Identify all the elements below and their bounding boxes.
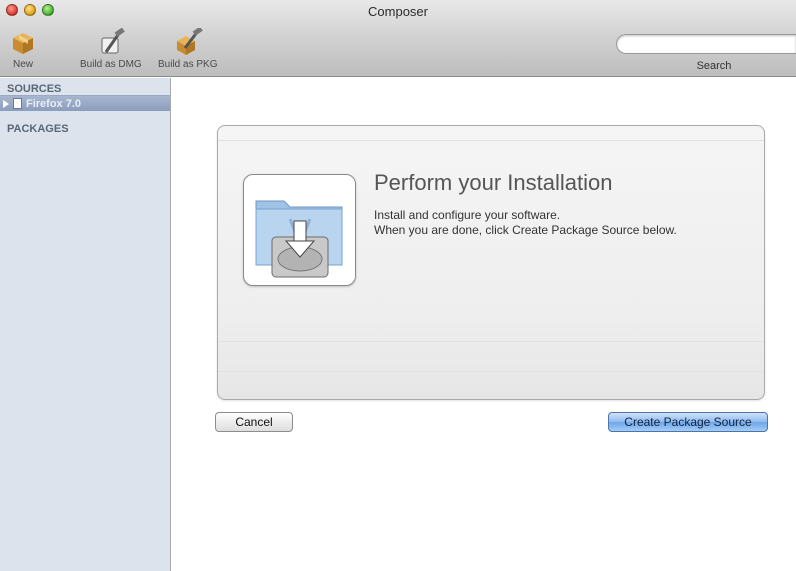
- panel-divider: [218, 341, 764, 342]
- search-control: Search: [616, 34, 796, 72]
- instruction-text-2: When you are done, click Create Package …: [374, 223, 677, 237]
- instruction-text-1: Install and configure your software.: [374, 208, 561, 222]
- build-dmg-button[interactable]: Build as DMG: [80, 28, 142, 70]
- new-button[interactable]: New: [8, 28, 38, 70]
- build-pkg-button[interactable]: Build as PKG: [158, 28, 217, 70]
- install-illustration: [243, 174, 356, 286]
- instruction-panel: Perform your Installation Install and co…: [217, 125, 765, 400]
- document-icon: [13, 98, 22, 109]
- package-icon: [13, 33, 33, 54]
- window-title: Composer: [368, 4, 428, 19]
- panel-divider: [218, 371, 764, 372]
- hammer-package-icon: [176, 28, 203, 55]
- source-item-label: Firefox 7.0: [26, 97, 82, 110]
- search-label: Search: [696, 60, 732, 72]
- sidebar-item-source[interactable]: Firefox 7.0: [0, 95, 170, 111]
- sidebar: SOURCES Firefox 7.0 PACKAGES: [0, 78, 171, 571]
- window-chrome: Composer New Build as DMG Build as PKG S: [0, 0, 796, 77]
- build-pkg-label: Build as PKG: [158, 59, 218, 70]
- panel-title: Perform your Installation: [374, 170, 613, 195]
- sources-heading: SOURCES: [7, 83, 62, 95]
- disclosure-triangle-icon[interactable]: [3, 99, 9, 108]
- hammer-disk-icon: [101, 28, 125, 54]
- create-package-source-button[interactable]: Create Package Source: [608, 412, 768, 432]
- panel-divider: [218, 140, 764, 141]
- cancel-button[interactable]: Cancel: [215, 412, 293, 432]
- build-dmg-label: Build as DMG: [80, 59, 142, 70]
- packages-heading: PACKAGES: [7, 123, 69, 135]
- applications-folder-drive-icon: [255, 200, 343, 278]
- search-input[interactable]: [616, 34, 796, 54]
- new-button-label: New: [12, 59, 33, 70]
